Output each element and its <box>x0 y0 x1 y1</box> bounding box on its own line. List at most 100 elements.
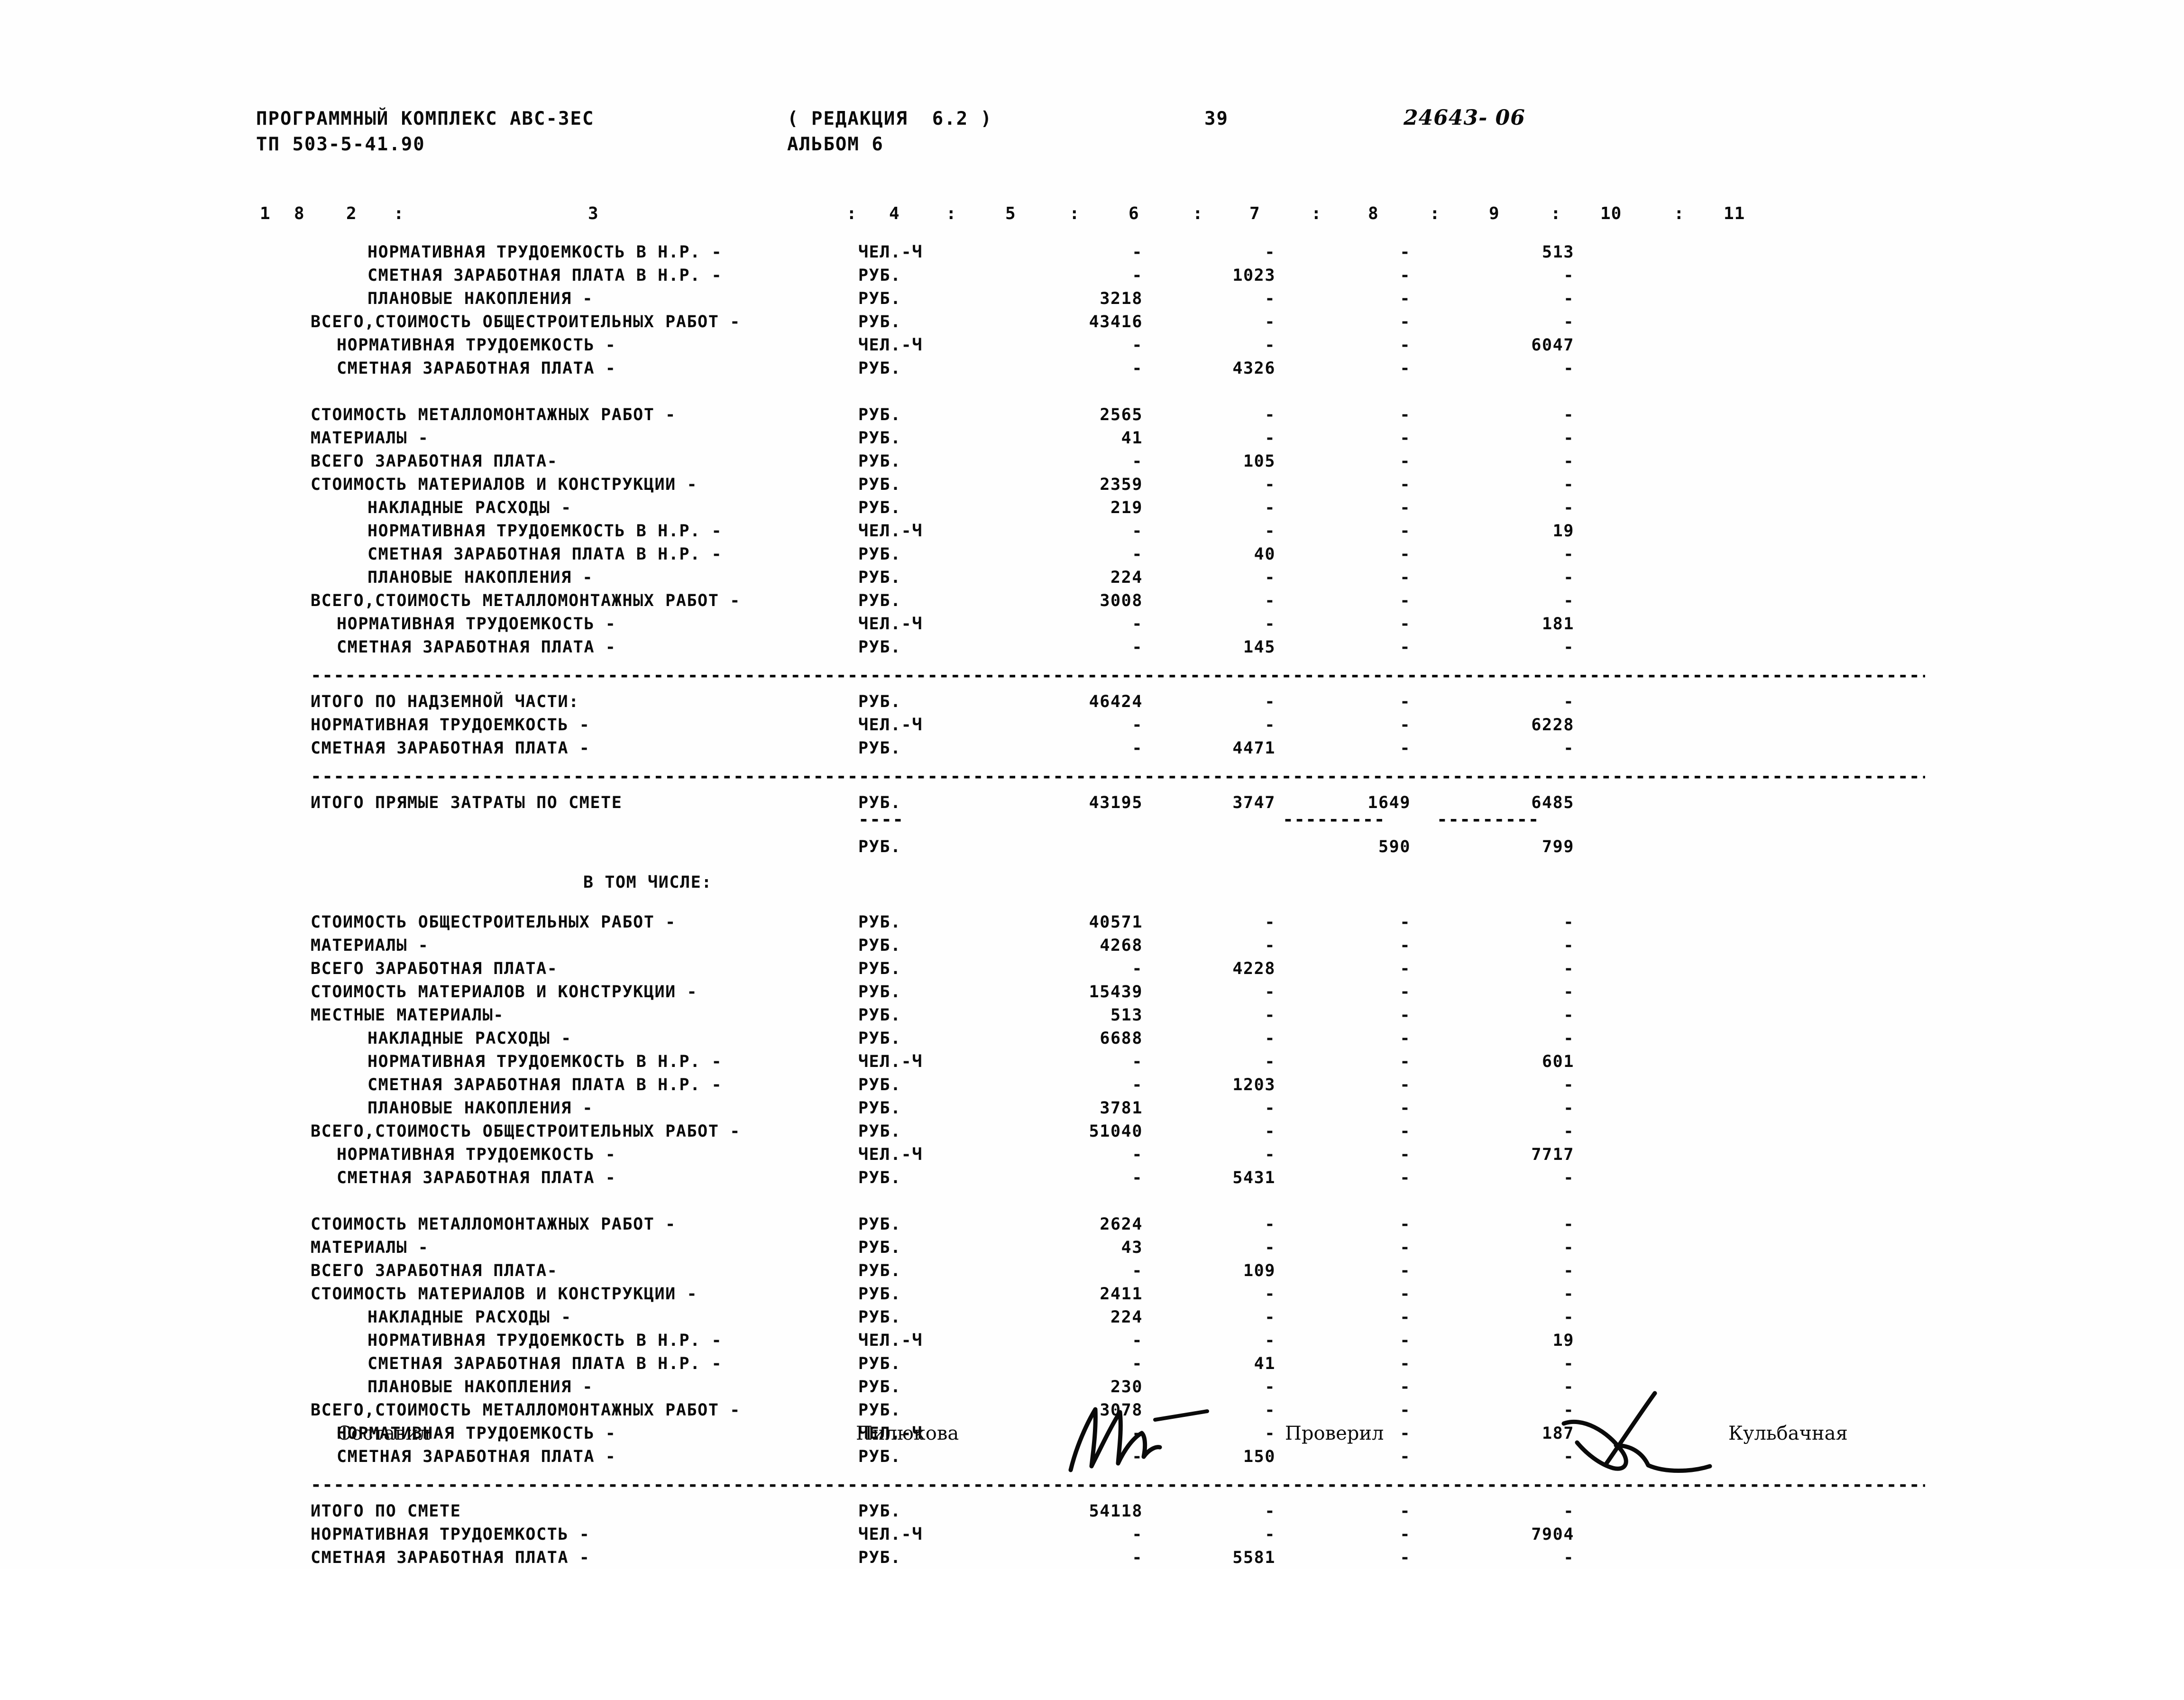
row-unit: РУБ. <box>858 739 901 758</box>
row-col8: - <box>1265 1525 1276 1544</box>
row-col8: - <box>1265 1099 1276 1118</box>
section-rule-nadzemnaya <box>256 673 1925 692</box>
row-col9: - <box>1400 692 1411 711</box>
row-col8: 105 <box>1243 452 1276 471</box>
table-row: СТОИМОСТЬ МЕТАЛЛОМОНТАЖНЫХ РАБОТ - РУБ. … <box>256 1215 1925 1238</box>
table-row: МАТЕРИАЛЫ - РУБ. 4268 - - - <box>256 936 1925 959</box>
table-row: СТОИМОСТЬ МАТЕРИАЛОВ И КОНСТРУКЦИИ - РУБ… <box>256 983 1925 1006</box>
row-unit: РУБ. <box>858 638 901 657</box>
row-col11: - <box>1563 739 1574 758</box>
row-col9: - <box>1400 1122 1411 1141</box>
row-col8: - <box>1265 336 1276 355</box>
header-row-2: ТП 503-5-41.90 АЛЬБОМ 6 <box>256 132 1944 157</box>
v-tom-chisle-heading: В ТОМ ЧИСЛЕ: <box>256 873 1925 901</box>
page-number: 39 <box>1204 108 1229 129</box>
row-col9: - <box>1400 498 1411 517</box>
table-row: НОРМАТИВНАЯ ТРУДОЕМКОСТЬ - ЧЕЛ.-Ч - - - … <box>256 615 1925 638</box>
row-unit: РУБ. <box>858 983 901 1002</box>
table-row: МЕСТНЫЕ МАТЕРИАЛЫ- РУБ. 513 - - - <box>256 1006 1925 1029</box>
table-row: ПЛАНОВЫЕ НАКОПЛЕНИЯ - РУБ. 3218 - - - <box>256 289 1925 312</box>
row-col8: - <box>1265 475 1276 494</box>
row-label: НАКЛАДНЫЕ РАСХОДЫ - <box>367 1029 572 1048</box>
col-header-4: 4 <box>889 204 900 223</box>
row-col9: - <box>1400 359 1411 378</box>
row-col8: 145 <box>1243 638 1276 657</box>
row-col8: 4326 <box>1232 359 1276 378</box>
row-col8: - <box>1265 522 1276 541</box>
row-col7: - <box>1132 1052 1143 1071</box>
row-label: СМЕТНАЯ ЗАРАБОТНАЯ ПЛАТА - <box>311 1548 590 1567</box>
table-row: ПЛАНОВЫЕ НАКОПЛЕНИЯ - РУБ. 230 - - - <box>256 1378 1925 1401</box>
row-col11: - <box>1563 1354 1574 1373</box>
row-col7: - <box>1132 1354 1143 1373</box>
sostavil-label: Составил <box>337 1423 431 1444</box>
row-col7: - <box>1132 739 1143 758</box>
table-row: СМЕТНАЯ ЗАРАБОТНАЯ ПЛАТА - РУБ. - 4326 -… <box>256 359 1925 382</box>
row-col7: 41 <box>1121 429 1143 448</box>
table-row: ВСЕГО ЗАРАБОТНАЯ ПЛАТА- РУБ. - 4228 - - <box>256 959 1925 983</box>
row-col8: 4471 <box>1232 739 1276 758</box>
row-label: НОРМАТИВНАЯ ТРУДОЕМКОСТЬ - <box>337 615 616 634</box>
row-col7: - <box>1132 1548 1143 1567</box>
row-col9: - <box>1400 452 1411 471</box>
row-unit: ЧЕЛ.-Ч <box>858 522 923 541</box>
col-header-8: 8 <box>1368 204 1379 223</box>
header-row-1: ПРОГРАММНЫЙ КОМПЛЕКС АВС-3ЕС ( РЕДАКЦИЯ … <box>256 105 1944 132</box>
table-row: ВСЕГО ЗАРАБОТНАЯ ПЛАТА- РУБ. - 105 - - <box>256 452 1925 475</box>
row-col11: 7717 <box>1531 1145 1574 1164</box>
row-label: ПЛАНОВЫЕ НАКОПЛЕНИЯ - <box>367 568 594 587</box>
block-metallomontazhnye-nadzemnaya: СТОИМОСТЬ МЕТАЛЛОМОНТАЖНЫХ РАБОТ - РУБ. … <box>256 405 1925 661</box>
signature-row: Составил Пилюкова Проверил Кульбачная <box>256 1423 1925 1479</box>
row-unit: РУБ. <box>858 1099 901 1118</box>
row-col11: 181 <box>1542 615 1574 634</box>
col-header-5: 5 <box>1005 204 1016 223</box>
row-col11: - <box>1563 475 1574 494</box>
block-itogo-pryamye: ИТОГО ПРЯМЫЕ ЗАТРАТЫ ПО СМЕТЕ РУБ. 43195… <box>256 793 1925 861</box>
row-col9: - <box>1400 545 1411 564</box>
row-col8: - <box>1265 1145 1276 1164</box>
row-col11: - <box>1563 1308 1574 1327</box>
row-col8: 109 <box>1243 1261 1276 1280</box>
row-col9: - <box>1400 266 1411 285</box>
table-row: СМЕТНАЯ ЗАРАБОТНАЯ ПЛАТА - РУБ. - 145 - … <box>256 638 1925 661</box>
row-col7: 54118 <box>1089 1502 1143 1521</box>
row-col11: - <box>1563 1285 1574 1304</box>
row-col9: - <box>1400 1378 1411 1397</box>
row-col8: - <box>1265 913 1276 932</box>
row-col7: 2624 <box>1100 1215 1143 1234</box>
revision-label: ( РЕДАКЦИЯ 6.2 ) <box>787 108 993 129</box>
row-label: ВСЕГО ЗАРАБОТНАЯ ПЛАТА- <box>311 959 558 978</box>
row-col9: - <box>1400 1401 1411 1420</box>
row-label: ПЛАНОВЫЕ НАКОПЛЕНИЯ - <box>367 1099 594 1118</box>
row-col9: - <box>1400 638 1411 657</box>
row-col11: 513 <box>1542 243 1574 262</box>
row-col7: - <box>1132 545 1143 564</box>
col-header-sep-9: : <box>1551 204 1561 223</box>
table-row: ИТОГО ПРЯМЫЕ ЗАТРАТЫ ПО СМЕТЕ РУБ. 43195… <box>256 793 1925 817</box>
row-label: СМЕТНАЯ ЗАРАБОТНАЯ ПЛАТА - <box>337 1168 616 1187</box>
row-unit: ЧЕЛ.-Ч <box>858 243 923 262</box>
row-unit: ЧЕЛ.-Ч <box>858 615 923 634</box>
row-col11: 6228 <box>1531 716 1574 735</box>
row-label: СТОИМОСТЬ МЕТАЛЛОМОНТАЖНЫХ РАБОТ - <box>311 405 676 424</box>
row-col11: - <box>1563 692 1574 711</box>
row-col9: - <box>1400 1168 1411 1187</box>
row-unit: ЧЕЛ.-Ч <box>858 1525 923 1544</box>
table-row: ВСЕГО,СТОИМОСТЬ ОБЩЕСТРОИТЕЛЬНЫХ РАБОТ -… <box>256 312 1925 336</box>
album-label: АЛЬБОМ 6 <box>787 134 884 155</box>
row-col9: - <box>1400 959 1411 978</box>
col-header-1b: 8 <box>294 204 305 223</box>
row-col7: 43 <box>1121 1238 1143 1257</box>
row-col8: - <box>1265 1006 1276 1025</box>
row-col7: 224 <box>1110 568 1143 587</box>
row-label: ИТОГО ПО НАДЗЕМНОЙ ЧАСТИ: <box>311 692 579 711</box>
proveril-label: Проверил <box>1285 1423 1384 1444</box>
row-unit: ЧЕЛ.-Ч <box>858 1145 923 1164</box>
row-col7: - <box>1132 522 1143 541</box>
row-unit: РУБ. <box>858 452 901 471</box>
row-col8: - <box>1265 1401 1276 1420</box>
sostavil-name: Пилюкова <box>856 1423 959 1444</box>
row-label: ВСЕГО ЗАРАБОТНАЯ ПЛАТА- <box>311 1261 558 1280</box>
row-col8: 1023 <box>1232 266 1276 285</box>
row-col7: 2411 <box>1100 1285 1143 1304</box>
